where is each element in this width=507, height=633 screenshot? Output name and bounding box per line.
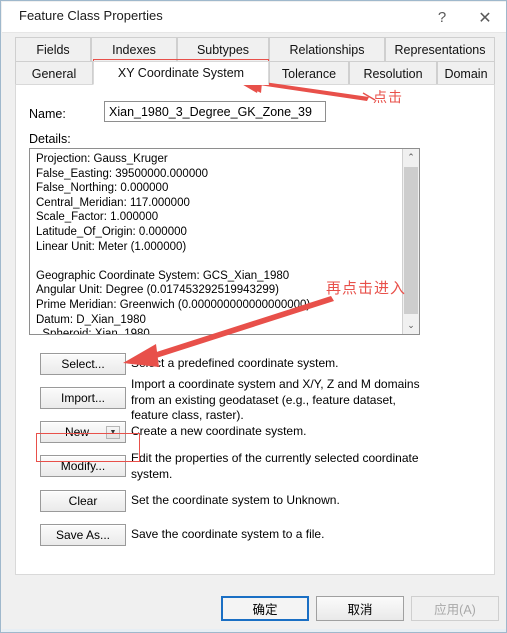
new-description: Create a new coordinate system. (131, 424, 307, 438)
title-bar: Feature Class Properties ? ✕ (2, 2, 506, 32)
bottom-divider (2, 629, 506, 632)
ok-button[interactable]: 确定 (221, 596, 309, 621)
name-label: Name: (29, 107, 66, 121)
tab-indexes[interactable]: Indexes (91, 37, 177, 61)
apply-button: 应用(A) (411, 596, 499, 621)
select-button[interactable]: Select... (40, 353, 126, 375)
tab-domain[interactable]: Domain (437, 61, 495, 85)
tab-xy-coordinate-system[interactable]: XY Coordinate System (93, 61, 269, 85)
details-text: Projection: Gauss_Kruger False_Easting: … (36, 153, 311, 335)
import-description: Import a coordinate system and X/Y, Z an… (131, 377, 420, 422)
details-scrollbar[interactable]: ⌃ ⌄ (402, 149, 419, 334)
annotation-click-select: 再点击进入 (326, 279, 407, 297)
tab-strip: Fields Indexes Subtypes Relationships Re… (15, 37, 495, 85)
tab-row-top: Fields Indexes Subtypes Relationships Re… (15, 37, 495, 61)
tab-representations[interactable]: Representations (385, 37, 495, 61)
save-as-button[interactable]: Save As... (40, 524, 126, 546)
scroll-up-icon[interactable]: ⌃ (403, 149, 419, 166)
help-icon[interactable]: ? (422, 3, 462, 32)
coordinate-system-name-input[interactable] (104, 101, 326, 122)
cancel-button[interactable]: 取消 (316, 596, 404, 621)
tab-relationships[interactable]: Relationships (269, 37, 385, 61)
scrollbar-thumb[interactable] (404, 167, 418, 314)
select-description: Select a predefined coordinate system. (131, 356, 339, 370)
tab-tolerance[interactable]: Tolerance (269, 61, 349, 85)
details-textbox[interactable]: Projection: Gauss_Kruger False_Easting: … (29, 148, 420, 335)
clear-description: Set the coordinate system to Unknown. (131, 493, 340, 507)
import-button[interactable]: Import... (40, 387, 126, 409)
details-label: Details: (29, 132, 71, 146)
tab-general[interactable]: General (15, 61, 93, 85)
modify-description: Edit the properties of the currently sel… (131, 451, 419, 481)
annotation-click-tab: 点击 (373, 90, 403, 106)
xy-coordinate-system-panel: Name: Details: Projection: Gauss_Kruger … (15, 84, 495, 575)
close-icon[interactable]: ✕ (465, 3, 505, 32)
tab-resolution[interactable]: Resolution (349, 61, 437, 85)
select-button-highlight (36, 433, 140, 462)
feature-class-properties-window: Feature Class Properties ? ✕ Fields Inde… (0, 0, 507, 633)
tab-subtypes[interactable]: Subtypes (177, 37, 269, 61)
tab-row-bottom: General XY Coordinate System Tolerance R… (15, 61, 495, 85)
scroll-down-icon[interactable]: ⌄ (403, 317, 419, 334)
save-as-description: Save the coordinate system to a file. (131, 527, 325, 541)
tab-fields[interactable]: Fields (15, 37, 91, 61)
clear-button[interactable]: Clear (40, 490, 126, 512)
title-divider (2, 32, 506, 33)
window-title: Feature Class Properties (19, 8, 163, 23)
